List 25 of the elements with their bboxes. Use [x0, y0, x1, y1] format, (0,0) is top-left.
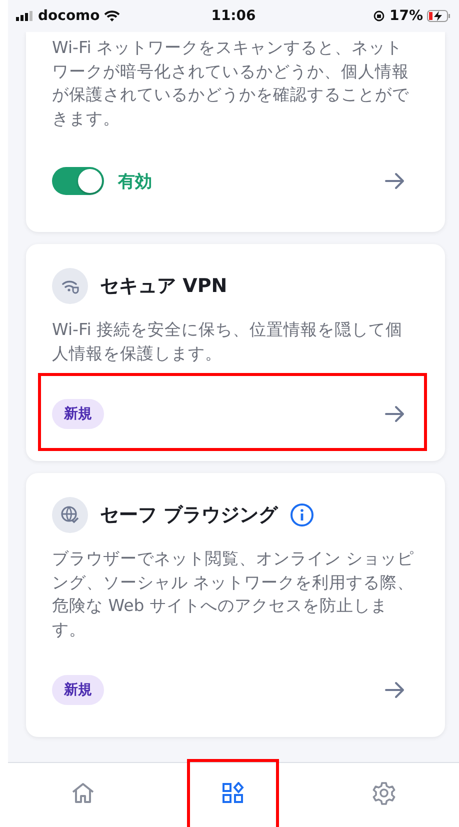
battery-charging-icon — [426, 10, 451, 22]
wifi-shield-icon — [52, 268, 88, 304]
globe-check-icon — [52, 497, 88, 533]
card-description: ブラウザーでネット閲覧、オンライン ショッピング、ソーシャル ネットワークを利用する際、危険な Web サイトへのアクセスを防止します。 — [52, 548, 416, 640]
arrow-right-icon[interactable] — [385, 681, 405, 699]
signal-icon — [16, 11, 34, 21]
battery-percent: 17% — [389, 8, 423, 24]
toggle-label: 有効 — [118, 170, 152, 192]
card-description: Wi-Fi ネットワークをスキャンすると、ネットワークが暗号化されているかどうか、個人情報が保護されているかどうかを確認することができます。 — [52, 37, 410, 130]
clock-time: 11:06 — [211, 8, 256, 24]
home-icon — [71, 782, 96, 804]
grid-icon — [222, 782, 244, 804]
info-icon[interactable] — [290, 503, 314, 527]
wifi-icon — [104, 10, 120, 22]
orientation-lock-icon — [373, 10, 386, 22]
card-title: セーフ ブラウジング — [100, 503, 278, 528]
card-description: Wi-Fi 接続を安全に保ち、位置情報を隠して個人情報を保護します。 — [52, 319, 404, 364]
new-badge: 新規 — [52, 399, 104, 429]
arrow-right-icon[interactable] — [385, 405, 405, 423]
new-badge: 新規 — [52, 675, 104, 705]
toggle-switch[interactable] — [52, 167, 104, 195]
carrier-name: docomo — [38, 8, 100, 24]
arrow-right-icon[interactable] — [385, 172, 405, 190]
settings-icon — [372, 780, 396, 804]
card-title: セキュア VPN — [100, 274, 228, 299]
